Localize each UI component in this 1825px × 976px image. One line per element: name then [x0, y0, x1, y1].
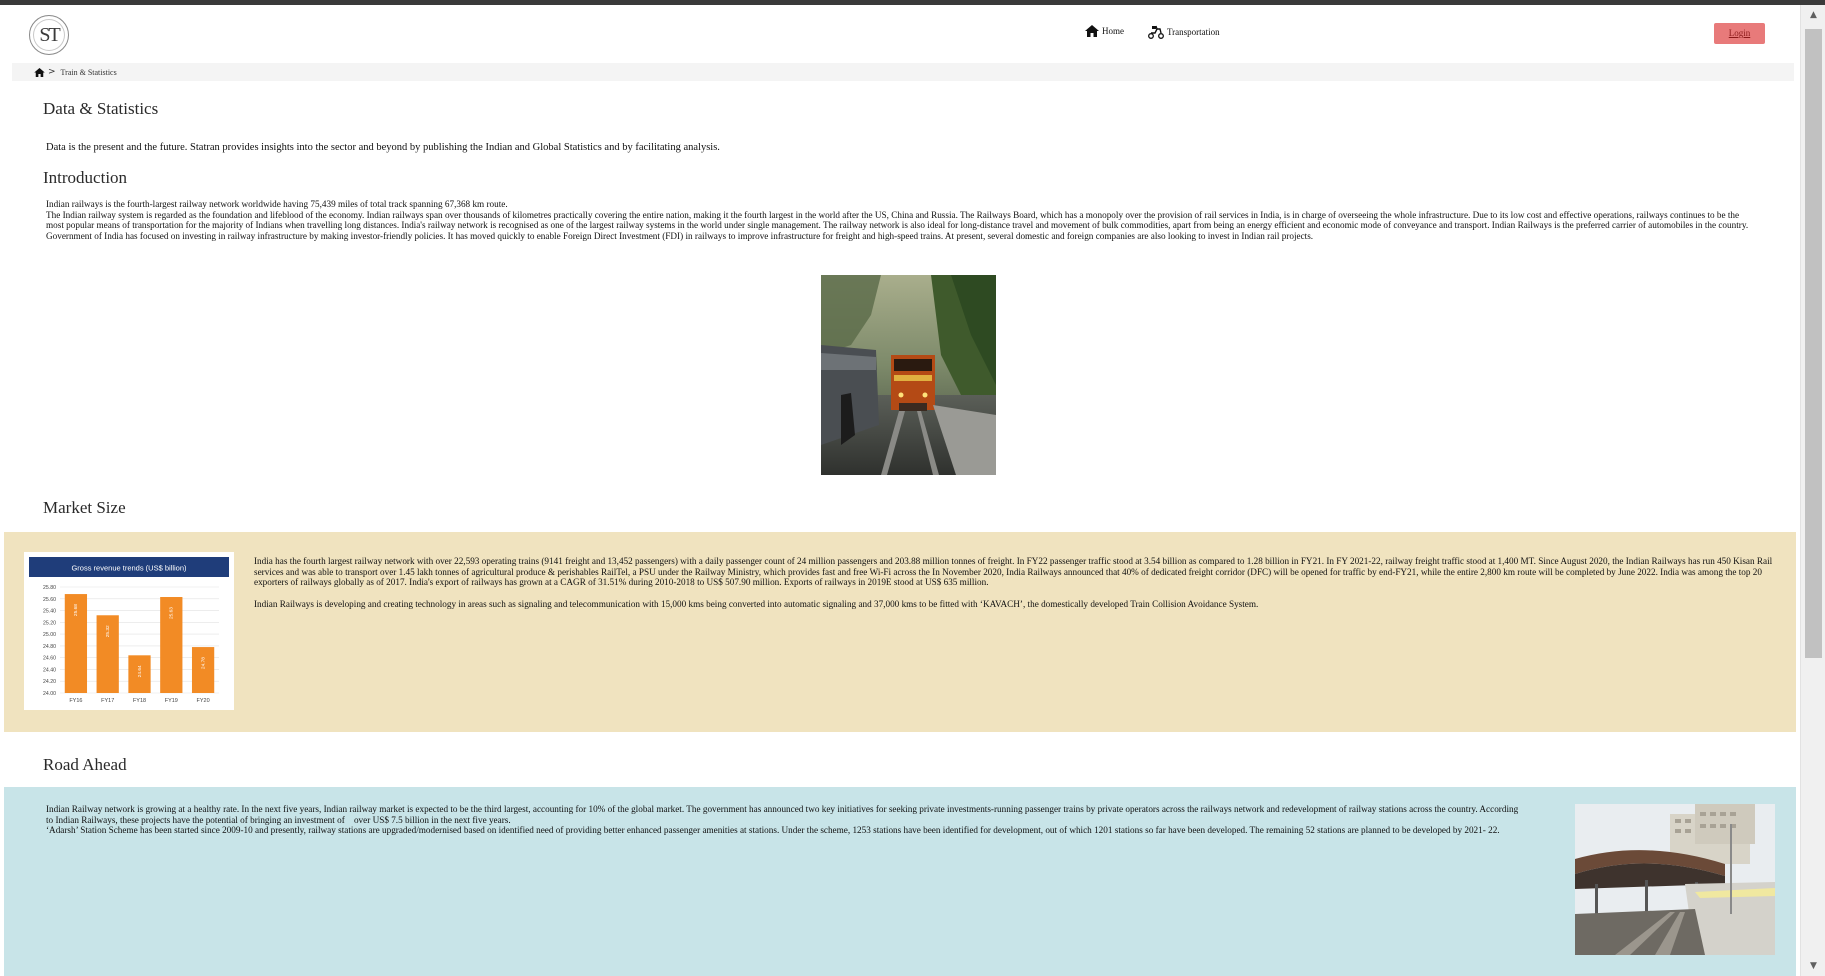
- chart-title: Gross revenue trends (US$ billion): [71, 564, 187, 573]
- station-photo: [1575, 804, 1775, 955]
- scooter-icon: [1148, 25, 1164, 39]
- chart-y-tick-label: 25.20: [43, 620, 56, 626]
- vertical-scrollbar[interactable]: ▲ ▼: [1800, 5, 1825, 976]
- chart-y-tick-label: 24.60: [43, 656, 56, 662]
- chart-data-label: 25.63: [169, 607, 175, 619]
- road-ahead-paragraph-2: ‘Adarsh’ Station Scheme has been started…: [46, 825, 1500, 836]
- chart-data-label: 25.32: [105, 625, 111, 637]
- introduction-line-1: Indian railways is the fourth-largest ra…: [46, 199, 508, 209]
- chart-y-tick-label: 24.00: [43, 691, 56, 697]
- introduction-line-2: The Indian railway system is regarded as…: [46, 209, 1749, 242]
- chart-y-tick-label: 24.20: [43, 679, 56, 685]
- chart-x-tick-label: FY19: [165, 698, 178, 704]
- road-ahead-text: Indian Railway network is growing at a h…: [46, 804, 1526, 836]
- chart-data-label: 24.78: [200, 657, 206, 669]
- train-photo: [821, 275, 996, 475]
- chart-x-tick-label: FY17: [101, 698, 114, 704]
- nav-transportation[interactable]: Transportation: [1148, 25, 1220, 39]
- chart-data-label: 24.64: [137, 665, 143, 677]
- login-button[interactable]: Login: [1714, 23, 1765, 44]
- site-header: ST Home Transportation Login: [0, 5, 1800, 63]
- market-size-paragraph-1: India has the fourth largest railway net…: [254, 556, 1773, 588]
- data-statistics-text: Data is the present and the future. Stat…: [46, 142, 720, 153]
- nav-transportation-label: Transportation: [1167, 27, 1220, 37]
- section-title-road-ahead: Road Ahead: [43, 755, 127, 774]
- breadcrumb: > Train & Statistics: [12, 63, 1794, 81]
- road-ahead-band: Indian Railway network is growing at a h…: [4, 787, 1796, 976]
- site-logo[interactable]: ST: [29, 15, 69, 55]
- scrollbar-thumb[interactable]: [1805, 29, 1822, 658]
- road-ahead-paragraph-1: Indian Railway network is growing at a h…: [46, 804, 1519, 825]
- scroll-up-arrow-icon[interactable]: ▲: [1801, 5, 1825, 25]
- nav-home-label: Home: [1102, 26, 1124, 36]
- chart-y-tick-label: 25.80: [43, 585, 56, 591]
- market-size-band: Gross revenue trends (US$ billion) 25.80 2…: [4, 532, 1796, 732]
- logo-text: ST: [39, 23, 60, 46]
- nav-home[interactable]: Home: [1085, 25, 1124, 37]
- chart-data-label: 25.68: [73, 604, 79, 616]
- market-size-text: India has the fourth largest railway net…: [254, 556, 1784, 610]
- chart-y-tick-label: 25.00: [43, 632, 56, 638]
- market-size-paragraph-2: Indian Railways is developing and creati…: [254, 599, 1259, 610]
- chart-svg: Gross revenue trends (US$ billion) 25.80 2…: [29, 557, 229, 704]
- section-title-introduction: Introduction: [43, 168, 128, 187]
- chart-y-tick-label: 24.80: [43, 644, 56, 650]
- introduction-text: Indian railways is the fourth-largest ra…: [46, 199, 1756, 242]
- gross-revenue-chart: Gross revenue trends (US$ billion) 25.80 2…: [24, 552, 234, 710]
- home-icon[interactable]: [34, 67, 45, 77]
- chart-y-tick-label: 25.40: [43, 609, 56, 615]
- chart-y-tick-label: 25.60: [43, 597, 56, 603]
- breadcrumb-separator: >: [48, 67, 56, 77]
- chart-x-tick-label: FY18: [133, 698, 146, 704]
- home-icon: [1085, 25, 1099, 37]
- chart-x-tick-label: FY20: [197, 698, 210, 704]
- section-title-market-size: Market Size: [43, 498, 126, 517]
- chart-y-tick-label: 24.40: [43, 667, 56, 673]
- breadcrumb-current: Train & Statistics: [60, 67, 117, 77]
- chart-x-tick-label: FY16: [69, 698, 82, 704]
- page: ST Home Transportation Login > Train & S…: [0, 5, 1800, 976]
- scroll-down-arrow-icon[interactable]: ▼: [1801, 956, 1825, 976]
- section-title-data-statistics: Data & Statistics: [43, 99, 159, 118]
